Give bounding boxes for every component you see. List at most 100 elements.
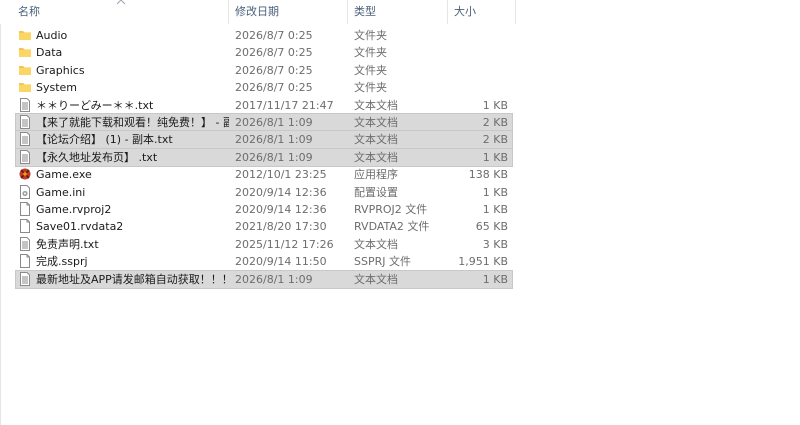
file-modified-date: 2026/8/7 0:25 [235,81,313,95]
file-type: 文本文档 [354,150,398,164]
file-name: ＊＊りーどみー＊＊.txt [36,98,154,112]
file-row[interactable]: Game.rvproj2 2020/9/14 12:36 RVPROJ2 文件 1 K… [16,201,512,218]
folder-icon [18,62,34,79]
file-name: 【来了就能下载和观看！纯免费！】 - 副... [36,116,229,129]
file-name: 完成.ssprj [36,255,88,269]
column-divider[interactable] [515,0,516,24]
file-row[interactable]: 完成.ssprj 2020/9/14 11:50 SSPRJ 文件 1,951 KB [16,253,512,270]
file-modified-date: 2026/8/7 0:25 [235,46,313,60]
file-size: 1 KB [482,98,508,112]
folder-icon [18,27,34,44]
window-left-border [0,0,1,425]
file-modified-date: 2026/8/1 1:09 [235,116,313,129]
file-type: RVDATA2 文件 [354,220,430,234]
column-divider[interactable] [347,0,348,24]
file-size: 1 KB [482,150,508,164]
file-modified-date: 2026/8/1 1:09 [235,272,313,286]
file-type: SSPRJ 文件 [354,255,411,269]
file-type: 文件夹 [354,29,387,42]
file-modified-date: 2026/8/7 0:25 [235,63,313,77]
sort-ascending-icon [116,0,126,5]
file-modified-date: 2025/11/12 17:26 [235,237,334,251]
file-type: 应用程序 [354,168,398,182]
file-modified-date: 2026/8/1 1:09 [235,150,313,164]
text-file-icon [18,271,34,288]
file-type: 文本文档 [354,98,398,112]
column-header-type[interactable]: 类型 [354,0,376,24]
file-size [449,44,508,61]
file-name: Graphics [36,63,85,77]
file-modified-date: 2020/9/14 11:50 [235,255,327,269]
file-explorer-window: 名称 修改日期 类型 大小 Audio 2026/8/7 0:25 文件夹 Data… [0,0,800,425]
file-type: 文本文档 [354,133,398,147]
file-size: 1,951 KB [458,255,508,269]
file-row[interactable]: System 2026/8/7 0:25 文件夹 [16,79,512,96]
file-modified-date: 2020/9/14 12:36 [235,185,327,199]
file-row[interactable]: Data 2026/8/7 0:25 文件夹 [16,44,512,61]
file-type: 文本文档 [354,237,398,251]
file-row[interactable]: ＊＊りーどみー＊＊.txt 2017/11/17 21:47 文本文档 1 KB [16,97,512,114]
folder-icon [18,79,34,96]
blank-file-icon [18,253,34,270]
file-name: System [36,81,78,95]
settings-file-icon [18,184,34,201]
file-row[interactable]: 最新地址及APP请发邮箱自动获取！！！... 2026/8/1 1:09 文本文档 1… [15,269,513,289]
column-divider[interactable] [228,0,229,24]
blank-file-icon [18,201,34,218]
text-file-icon [18,149,34,166]
file-size: 2 KB [482,116,508,129]
file-size: 1 KB [482,185,508,199]
file-type: 文件夹 [354,81,387,95]
column-header-date[interactable]: 修改日期 [235,0,279,24]
file-modified-date: 2012/10/1 23:25 [235,168,327,182]
text-file-icon [18,97,34,114]
file-name: 免责声明.txt [36,237,99,251]
column-divider[interactable] [447,0,448,24]
file-size [449,62,508,79]
text-file-icon [18,114,34,131]
folder-icon [18,44,34,61]
file-type: RVPROJ2 文件 [354,203,428,216]
file-size: 1 KB [482,203,508,216]
file-type: 文件夹 [354,46,387,60]
file-row[interactable]: Game.exe 2012/10/1 23:25 应用程序 138 KB [16,166,512,183]
blank-file-icon [18,218,34,235]
file-name: Data [36,46,63,60]
file-modified-date: 2020/9/14 12:36 [235,203,327,216]
file-name: Audio [36,29,68,42]
file-modified-date: 2026/8/1 1:09 [235,133,313,147]
file-name: Game.exe [36,168,92,182]
file-modified-date: 2026/8/7 0:25 [235,29,313,42]
file-row[interactable]: Game.ini 2020/9/14 12:36 配置设置 1 KB [16,184,512,201]
file-name: 最新地址及APP请发邮箱自动获取！！！... [36,272,229,286]
file-row[interactable]: 【论坛介绍】 (1) - 副本.txt 2026/8/1 1:09 文本文档 2 KB [15,130,513,150]
file-row[interactable]: 免责声明.txt 2025/11/12 17:26 文本文档 3 KB [16,236,512,253]
file-row[interactable]: 【永久地址发布页】 .txt 2026/8/1 1:09 文本文档 1 KB [15,147,513,167]
file-size: 65 KB [475,220,508,234]
file-size: 1 KB [482,272,508,286]
column-header-size[interactable]: 大小 [454,0,476,24]
text-file-icon [18,131,34,148]
file-type: 文件夹 [354,63,387,77]
file-name: 【论坛介绍】 (1) - 副本.txt [36,133,173,147]
file-modified-date: 2017/11/17 21:47 [235,98,334,112]
text-file-icon [18,236,34,253]
file-size [449,79,508,96]
file-size [449,27,508,44]
file-type: 文本文档 [354,116,398,129]
file-type: 文本文档 [354,272,398,286]
file-name: Game.ini [36,185,86,199]
column-header-bar: 名称 修改日期 类型 大小 [0,0,516,24]
file-row[interactable]: Audio 2026/8/7 0:25 文件夹 [16,27,512,44]
file-type: 配置设置 [354,185,398,199]
file-size: 138 KB [468,168,508,182]
file-size: 3 KB [482,237,508,251]
file-row[interactable]: Save01.rvdata2 2021/8/20 17:30 RVDATA2 文件 6… [16,218,512,235]
file-modified-date: 2021/8/20 17:30 [235,220,327,234]
file-name: Save01.rvdata2 [36,220,124,234]
column-header-name[interactable]: 名称 [18,0,40,24]
file-name: Game.rvproj2 [36,203,112,216]
file-size: 2 KB [482,133,508,147]
file-row[interactable]: Graphics 2026/8/7 0:25 文件夹 [16,62,512,79]
file-row[interactable]: 【来了就能下载和观看！纯免费！】 - 副... 2026/8/1 1:09 文本文档… [15,113,513,132]
